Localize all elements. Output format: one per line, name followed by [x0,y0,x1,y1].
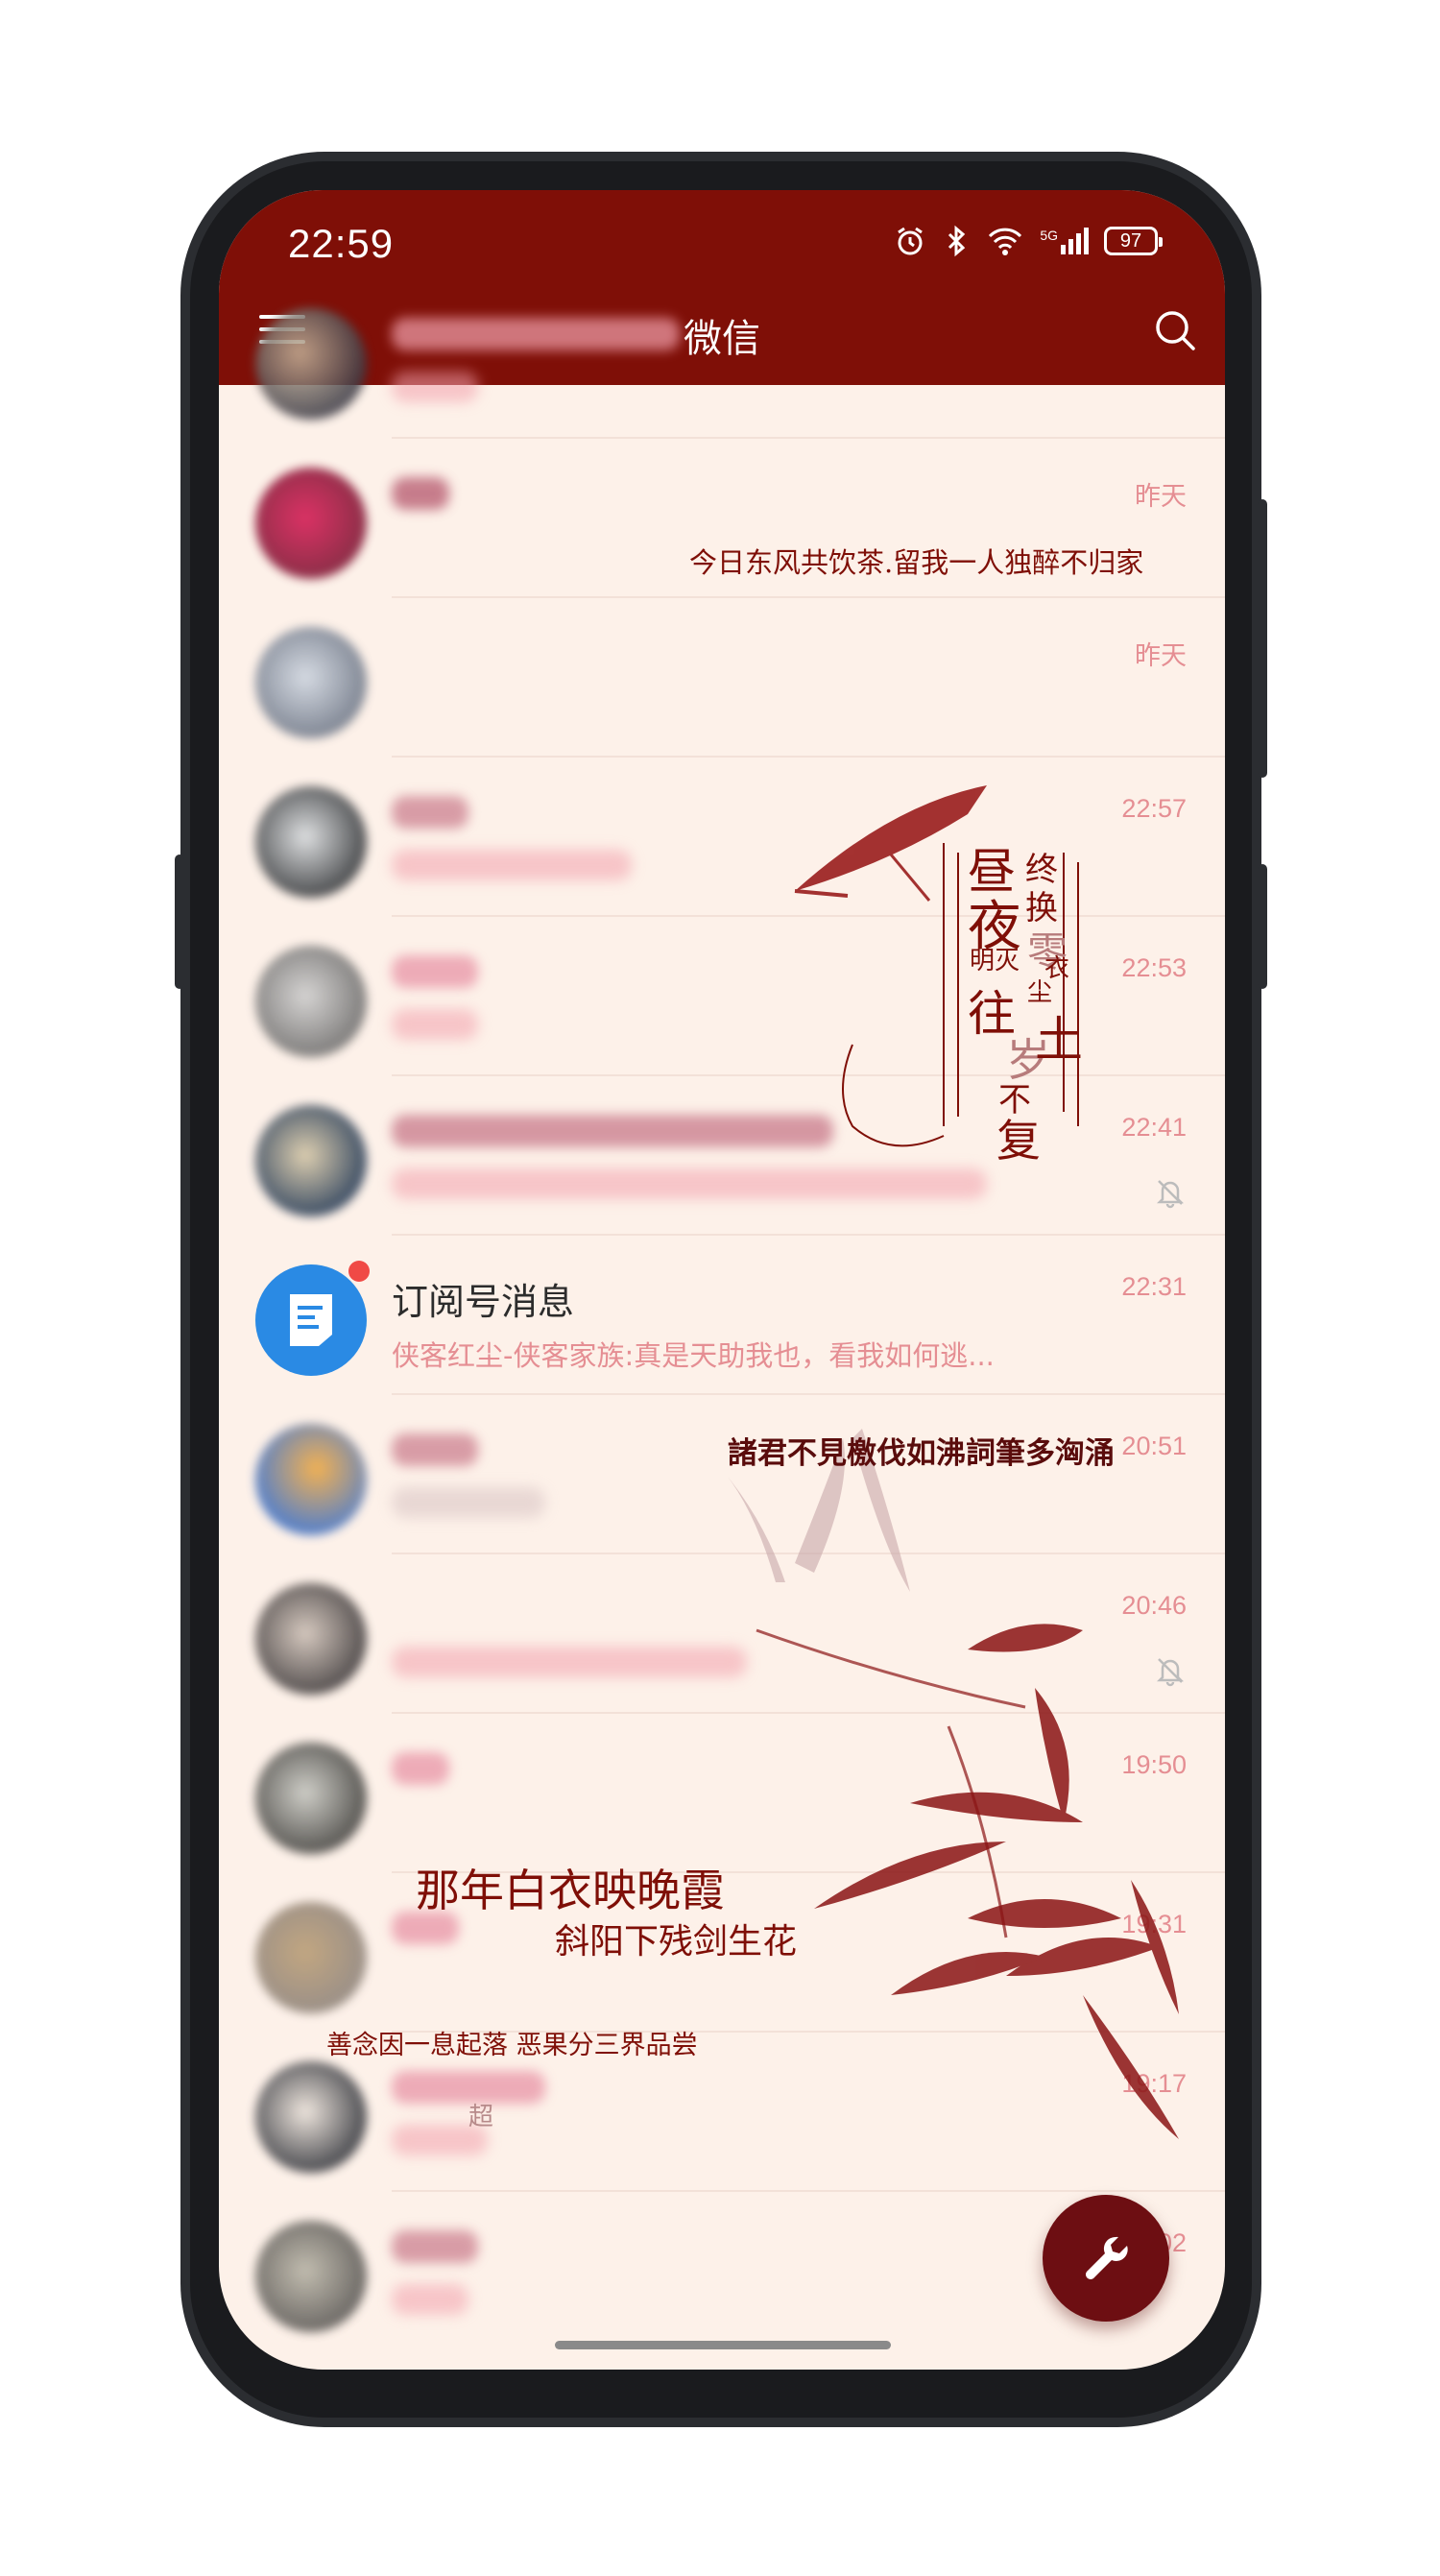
calligraphy-char: 土 [1035,1012,1083,1068]
subscription-name: 订阅号消息 [392,1281,575,1323]
chat-time: 22:41 [1121,1113,1187,1142]
poem-line-3a: 那年白衣映晚霞 [416,1865,725,1916]
calligraphy-char: 复 [996,1115,1041,1167]
chat-time: 22:57 [1121,794,1187,823]
chat-time: 22:31 [1121,1272,1187,1301]
contact-name-redacted [392,955,478,988]
battery-level: 97 [1119,229,1142,252]
poem-line-2: 諸君不見檄伐如沸詞筆多洶涌 [728,1436,1115,1471]
calligraphy-char: 明 [970,947,996,975]
network-label: 5G [1040,228,1058,243]
battery-indicator: 97 [1104,227,1163,255]
power-button [1258,864,1267,989]
chat-time: 19:17 [1121,2069,1187,2098]
contact-name-redacted [392,796,468,829]
poem-line-4: 善念因一息起落 恶果分三界品尝 [326,2031,698,2060]
contact-avatar [255,1424,367,1535]
calligraphy-block: 昼 夜 明 灭 往 岁 不 复 终 换 零 衣 尘 土 [958,833,1083,1167]
contact-avatar [255,2221,367,2332]
chat-time: 昨天 [1135,641,1187,670]
contact-avatar [255,1583,367,1695]
chat-row[interactable]: 22:57 [219,758,1225,917]
contact-avatar [255,627,367,738]
chat-row[interactable]: 19:50 [219,1714,1225,1873]
chat-time: 20:51 [1121,1432,1187,1460]
poem-line-1: 今日东风共饮茶.留我一人独醉不归家 [689,546,1144,579]
home-indicator[interactable] [555,2341,891,2349]
alarm-icon [898,227,924,255]
volume-button [1258,499,1267,778]
contact-name-redacted [392,1752,449,1785]
message-preview-redacted [392,1009,478,1040]
bell-off-icon [1156,1180,1185,1209]
phone-screen: 22:59 5G 97 微信 昨天 昨天 22:57 22:53 22:41 订… [219,190,1225,2370]
subscription-avatar [255,1264,367,1376]
chat-time: 昨天 [1135,482,1187,511]
contact-avatar [255,468,367,579]
message-preview-redacted [392,850,632,880]
contact-name-redacted [392,1433,478,1466]
tools-fab-button[interactable] [1043,2195,1169,2322]
chat-row[interactable]: 22:41 [219,1076,1225,1236]
message-preview-redacted [392,1168,987,1199]
contact-avatar [255,1105,367,1216]
wrench-icon [1086,2236,1128,2279]
contact-name-redacted [392,318,680,350]
contact-avatar [255,308,367,420]
bluetooth-icon [948,225,966,257]
chat-row[interactable]: 昨天 [219,598,1225,758]
subscription-preview: 侠客红尘-侠客家族:真是天助我也，看我如何逃... [392,1339,995,1372]
poem-line-3b: 斜阳下残剑生花 [555,1922,798,1962]
contact-name-redacted [392,2230,478,2263]
chat-list: 昨天 昨天 22:57 22:53 22:41 订阅号消息 侠客红尘-侠客家族:… [219,308,1225,2370]
chat-row[interactable]: 20:46 [219,1554,1225,1714]
contact-avatar [255,946,367,1057]
side-button [175,855,184,989]
wifi-icon [989,228,1022,255]
signal-icon: 5G [1040,228,1089,254]
calligraphy-char: 灭 [995,947,1020,975]
poem-fragment: 超 [468,2103,494,2131]
contact-name-redacted [392,1115,833,1147]
document-icon [290,1294,332,1346]
bell-off-icon [1156,1658,1185,1687]
chat-time: 20:46 [1121,1591,1187,1620]
status-icons: 5G 97 [894,225,1163,257]
unread-badge [348,1261,370,1282]
contact-avatar [255,1743,367,1854]
contact-avatar [255,2061,367,2173]
message-preview-redacted [392,1647,747,1677]
message-preview-redacted [392,1487,545,1518]
message-preview-redacted [392,2284,468,2315]
status-time: 22:59 [288,221,395,266]
chat-row[interactable] [219,279,1225,439]
chat-time: 22:53 [1121,953,1187,982]
contact-avatar [255,786,367,898]
chat-time: 19:31 [1121,1910,1187,1938]
contact-avatar [255,1902,367,2013]
chat-time: 19:50 [1121,1750,1187,1779]
message-preview-redacted [392,372,478,402]
chat-row[interactable]: 20:51 [219,1395,1225,1554]
subscription-row[interactable]: 订阅号消息 侠客红尘-侠客家族:真是天助我也，看我如何逃... 22:31 [219,1236,1225,1395]
contact-name-redacted [392,477,449,510]
